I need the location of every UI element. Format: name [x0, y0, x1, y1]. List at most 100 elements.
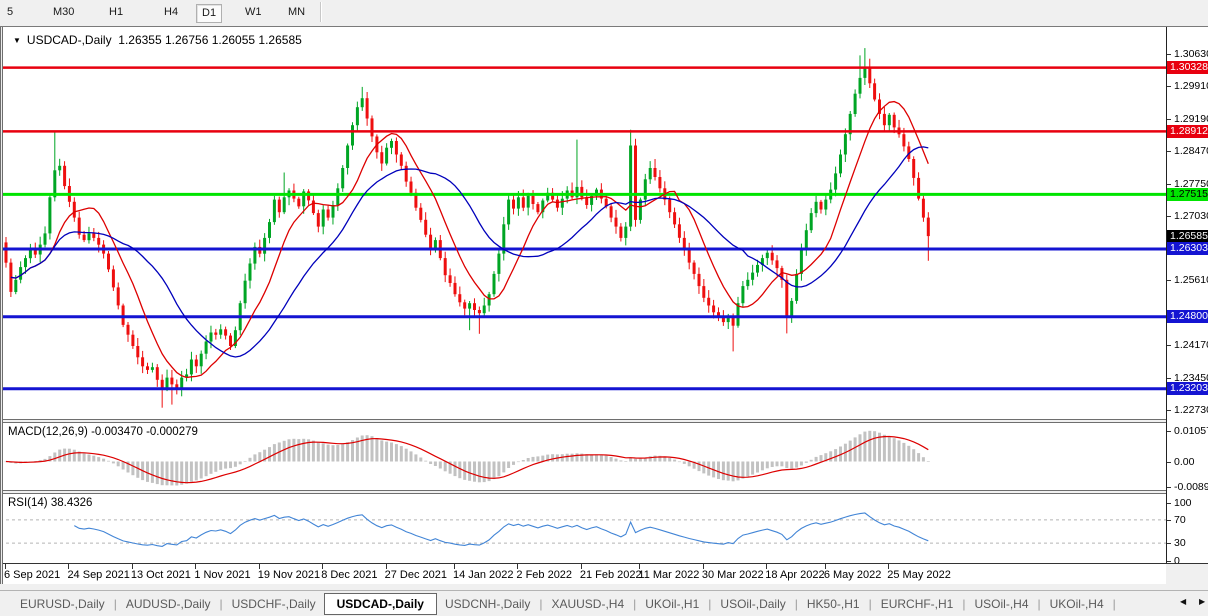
- chart-title: ▼ USDCAD-,Daily 1.26355 1.26756 1.26055 1…: [13, 33, 302, 47]
- price-tick-dash: [1167, 216, 1171, 217]
- tab-usdcnh-daily[interactable]: USDCNH-,Daily: [437, 594, 538, 614]
- level-price-badge: 1.24800: [1167, 310, 1208, 323]
- macd-label: MACD(12,26,9) -0.003470 -0.000279: [8, 426, 198, 438]
- price-tick-dash: [1167, 280, 1171, 281]
- tab-eurchf-h1[interactable]: EURCHF-,H1: [873, 594, 962, 614]
- tab-usdchf-daily[interactable]: USDCHF-,Daily: [224, 594, 324, 614]
- tab-hk50-h1[interactable]: HK50-,H1: [799, 594, 868, 614]
- tab-audusd-daily[interactable]: AUDUSD-,Daily: [118, 594, 219, 614]
- date-label: 18 Apr 2022: [765, 569, 824, 581]
- level-price-badge: 1.28912: [1167, 125, 1208, 138]
- rsi-tick: 0: [1174, 556, 1180, 567]
- price-tick-dash: [1167, 151, 1171, 152]
- macd-tick-dash: [1167, 431, 1171, 432]
- price-tick-dash: [1167, 86, 1171, 87]
- price-tick: 1.27030: [1174, 211, 1208, 222]
- tabs-scroll-right-icon[interactable]: ▶: [1199, 597, 1205, 606]
- timeframe-button-h4[interactable]: H4: [159, 4, 183, 21]
- rsi-chart[interactable]: [0, 494, 1166, 563]
- tab-separator: |: [220, 597, 223, 611]
- date-label: 1 Nov 2021: [194, 569, 250, 581]
- macd-tick-dash: [1167, 487, 1171, 488]
- date-label: 27 Dec 2021: [385, 569, 447, 581]
- chart-title-ohlc: 1.26355 1.26756 1.26055 1.26585: [118, 33, 302, 47]
- timeframe-button-mn[interactable]: MN: [283, 4, 310, 21]
- tab-ukoil-h1[interactable]: UKOil-,H1: [637, 594, 707, 614]
- rsi-tick: 70: [1174, 515, 1186, 526]
- price-tick: 1.28470: [1174, 146, 1208, 157]
- price-tick-dash: [1167, 378, 1171, 379]
- tab-separator: |: [114, 597, 117, 611]
- date-label: 6 Sep 2021: [4, 569, 60, 581]
- price-tick: 1.22730: [1174, 405, 1208, 416]
- tab-separator: |: [869, 597, 872, 611]
- level-price-badge: 1.23203: [1167, 382, 1208, 395]
- timeframe-button-d1[interactable]: D1: [196, 4, 222, 23]
- tab-separator: |: [795, 597, 798, 611]
- level-price-badge: 1.27515: [1167, 188, 1208, 201]
- price-tick-dash: [1167, 184, 1171, 185]
- current-price-badge: 1.26585: [1167, 230, 1208, 243]
- date-label: 13 Oct 2021: [131, 569, 191, 581]
- date-label: 24 Sep 2021: [67, 569, 129, 581]
- price-tick-dash: [1167, 410, 1171, 411]
- macd-tick-dash: [1167, 462, 1171, 463]
- tab-ukoil-h4[interactable]: UKOil-,H4: [1042, 594, 1112, 614]
- timeframe-toolbar: 5 M30 H1 H4 D1 W1 MN: [0, 0, 1208, 26]
- date-label: 8 Dec 2021: [321, 569, 377, 581]
- price-tick: 1.30630: [1174, 49, 1208, 60]
- price-tick: 1.24170: [1174, 340, 1208, 351]
- tab-separator: |: [1038, 597, 1041, 611]
- tab-separator: |: [962, 597, 965, 611]
- price-tick: 1.25610: [1174, 275, 1208, 286]
- tab-usoil-daily[interactable]: USOil-,Daily: [712, 594, 793, 614]
- price-tick: 1.29910: [1174, 81, 1208, 92]
- date-label: 19 Nov 2021: [258, 569, 320, 581]
- time-axis-line: [0, 563, 1208, 564]
- price-tick-dash: [1167, 119, 1171, 120]
- tab-separator: |: [539, 597, 542, 611]
- timeframe-button-5[interactable]: 5: [2, 4, 18, 21]
- price-tick-dash: [1167, 54, 1171, 55]
- timeframe-button-w1[interactable]: W1: [240, 4, 267, 21]
- price-tick-dash: [1167, 345, 1171, 346]
- rsi-tick-dash: [1167, 503, 1171, 504]
- chart-title-symbol: USDCAD-,Daily: [27, 33, 112, 47]
- date-label: 25 May 2022: [887, 569, 951, 581]
- timeframe-button-h1[interactable]: H1: [104, 4, 128, 21]
- price-axis[interactable]: 1.306301.299101.291901.284701.277501.270…: [1166, 27, 1208, 563]
- chart-tab-bar: EURUSD-,Daily|AUDUSD-,Daily|USDCHF-,Dail…: [0, 590, 1208, 616]
- rsi-label: RSI(14) 38.4326: [8, 497, 92, 509]
- macd-tick: 0.010578: [1174, 426, 1208, 437]
- toolbar-separator: [320, 2, 321, 22]
- rsi-tick-dash: [1167, 520, 1171, 521]
- tabs-scroll-left-icon[interactable]: ◀: [1180, 597, 1186, 606]
- date-label: 2 Feb 2022: [516, 569, 572, 581]
- tab-usdcad-daily[interactable]: USDCAD-,Daily: [324, 593, 437, 615]
- rsi-tick-dash: [1167, 561, 1171, 562]
- tab-usoil-h4[interactable]: USOil-,H4: [966, 594, 1036, 614]
- timeframe-button-m30[interactable]: M30: [48, 4, 79, 21]
- macd-tick: 0.00: [1174, 457, 1194, 468]
- date-label: 6 May 2022: [824, 569, 881, 581]
- candlestick-chart[interactable]: [0, 27, 1166, 419]
- tab-separator: |: [1113, 597, 1116, 611]
- date-label: 14 Jan 2022: [453, 569, 514, 581]
- tab-eurusd-daily[interactable]: EURUSD-,Daily: [12, 594, 113, 614]
- rsi-name: RSI(14): [8, 497, 48, 509]
- rsi-tick-dash: [1167, 543, 1171, 544]
- time-axis[interactable]: 6 Sep 2021 24 Sep 202113 Oct 20211 Nov 20…: [0, 564, 1166, 584]
- date-label: 30 Mar 2022: [702, 569, 764, 581]
- level-price-badge: 1.26303: [1167, 242, 1208, 255]
- mt4-workspace: 5 M30 H1 H4 D1 W1 MN ▼ USDCAD-,Daily 1.26355 1.…: [0, 0, 1208, 616]
- level-price-badge: 1.30328: [1167, 61, 1208, 74]
- window-left-frame: [0, 27, 3, 584]
- macd-name: MACD(12,26,9): [8, 426, 88, 438]
- symbol-dropdown-icon[interactable]: ▼: [13, 36, 21, 45]
- price-tick: 1.29190: [1174, 114, 1208, 125]
- rsi-tick: 30: [1174, 538, 1186, 549]
- tab-xauusd-h4[interactable]: XAUUSD-,H4: [543, 594, 632, 614]
- tab-separator: |: [708, 597, 711, 611]
- rsi-tick: 100: [1174, 498, 1192, 509]
- date-label: 11 Mar 2022: [638, 569, 699, 581]
